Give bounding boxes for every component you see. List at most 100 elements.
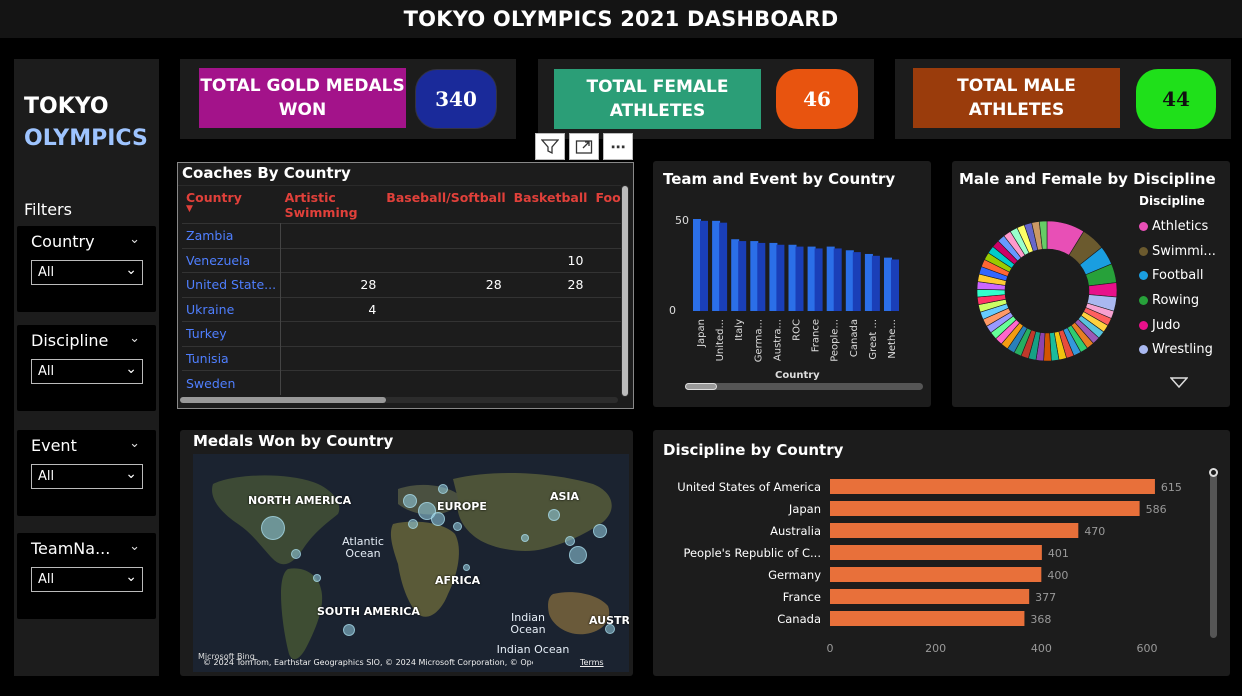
x-tick-label: 200 bbox=[925, 642, 946, 655]
medals-map[interactable]: NORTH AMERICA EUROPE ASIA AFRICA SOUTH A… bbox=[193, 454, 629, 672]
bar[interactable] bbox=[712, 220, 721, 311]
coaches-table-visual[interactable]: Coaches By Country Country ▼ Artistic Swi… bbox=[177, 162, 634, 409]
vertical-scrollbar[interactable] bbox=[1209, 468, 1218, 638]
bar[interactable] bbox=[788, 244, 797, 311]
bar[interactable] bbox=[830, 501, 1140, 516]
gender-discipline-visual[interactable]: Male and Female by Discipline Discipline… bbox=[952, 161, 1230, 407]
bar[interactable] bbox=[769, 242, 778, 311]
team-event-visual[interactable]: Team and Event by Country 50 0 Japan United… bbox=[653, 161, 931, 407]
filter-icon[interactable] bbox=[535, 133, 565, 160]
horizontal-scrollbar[interactable] bbox=[180, 397, 618, 403]
chevron-down-icon[interactable]: ⌄ bbox=[129, 331, 140, 346]
bar[interactable] bbox=[807, 246, 816, 311]
country-slicer[interactable]: Country ⌄ All ⌄ bbox=[17, 226, 156, 312]
map-bubble[interactable] bbox=[463, 564, 470, 571]
x-tick-label: Italy bbox=[734, 319, 745, 341]
bar[interactable] bbox=[833, 248, 842, 311]
map-ocean-label: Atlantic Ocean bbox=[342, 535, 384, 560]
discipline-dropdown[interactable]: All ⌄ bbox=[31, 359, 143, 384]
map-bubble[interactable] bbox=[261, 516, 285, 540]
bar[interactable] bbox=[884, 257, 892, 311]
bar[interactable] bbox=[852, 252, 861, 311]
more-options-icon[interactable]: ⋯ bbox=[603, 133, 633, 160]
map-bubble[interactable] bbox=[593, 524, 607, 538]
bar[interactable] bbox=[731, 239, 740, 311]
bar[interactable] bbox=[757, 242, 766, 311]
column-header[interactable]: Basketball bbox=[510, 187, 592, 224]
bar[interactable] bbox=[830, 545, 1042, 560]
teamname-slicer[interactable]: TeamNa... ⌄ All ⌄ bbox=[17, 533, 156, 619]
discipline-slicer[interactable]: Discipline ⌄ All ⌄ bbox=[17, 325, 156, 411]
bar[interactable] bbox=[830, 589, 1030, 604]
value-cell bbox=[510, 371, 592, 396]
table-row[interactable]: United State... 28 28 28 bbox=[182, 272, 625, 297]
event-dropdown[interactable]: All ⌄ bbox=[31, 464, 143, 489]
column-header-country[interactable]: Country ▼ bbox=[182, 187, 281, 224]
chevron-down-icon[interactable]: ⌄ bbox=[129, 232, 140, 247]
data-label: 368 bbox=[1030, 613, 1051, 626]
chevron-down-icon[interactable]: ⌄ bbox=[129, 539, 140, 554]
legend-item[interactable]: Rowing bbox=[1139, 288, 1216, 313]
bar[interactable] bbox=[693, 219, 701, 311]
table-row[interactable]: Turkey bbox=[182, 321, 625, 346]
bar[interactable] bbox=[830, 611, 1025, 626]
bar[interactable] bbox=[776, 244, 785, 311]
legend-item[interactable]: Swimmi... bbox=[1139, 239, 1216, 264]
legend-item[interactable]: Wrestling bbox=[1139, 337, 1216, 362]
horizontal-scrollbar[interactable] bbox=[685, 383, 923, 390]
bar[interactable] bbox=[795, 246, 804, 311]
focus-mode-icon[interactable] bbox=[569, 133, 599, 160]
map-bubble[interactable] bbox=[453, 522, 462, 531]
bar[interactable] bbox=[830, 567, 1042, 582]
bar[interactable] bbox=[830, 523, 1079, 538]
bar[interactable] bbox=[738, 241, 747, 311]
teamname-dropdown[interactable]: All ⌄ bbox=[31, 567, 143, 592]
map-bubble[interactable] bbox=[403, 494, 417, 508]
column-header[interactable]: Foo bbox=[591, 187, 625, 224]
table-row[interactable]: Ukraine 4 bbox=[182, 297, 625, 322]
value-cell bbox=[510, 224, 592, 249]
map-bubble[interactable] bbox=[313, 574, 321, 582]
map-bubble[interactable] bbox=[548, 509, 560, 521]
bar[interactable] bbox=[700, 220, 708, 311]
column-header[interactable]: Artistic Swimming bbox=[281, 187, 383, 224]
table-row[interactable]: Sweden bbox=[182, 370, 625, 396]
table-row[interactable]: Zambia bbox=[182, 223, 625, 249]
bar[interactable] bbox=[719, 222, 728, 311]
y-tick-label: Germany bbox=[768, 568, 821, 582]
vertical-scrollbar[interactable] bbox=[621, 185, 629, 397]
bar[interactable] bbox=[891, 259, 899, 311]
table-row[interactable]: Venezuela 10 bbox=[182, 248, 625, 273]
map-bubble[interactable] bbox=[605, 624, 615, 634]
bar[interactable] bbox=[871, 255, 880, 311]
country-dropdown[interactable]: All ⌄ bbox=[31, 260, 143, 285]
bar[interactable] bbox=[864, 253, 873, 311]
legend-item[interactable]: Judo bbox=[1139, 313, 1216, 338]
kpi-gold-label: TOTAL GOLD MEDALS WON bbox=[199, 68, 406, 128]
bar[interactable] bbox=[750, 241, 759, 311]
bar[interactable] bbox=[814, 248, 823, 311]
legend-scroll-down-icon[interactable] bbox=[1169, 374, 1189, 389]
map-bubble[interactable] bbox=[521, 534, 529, 542]
map-bubble[interactable] bbox=[408, 519, 418, 529]
table-row[interactable]: Tunisia bbox=[182, 346, 625, 371]
discipline-country-visual[interactable]: Discipline by Country United States of A… bbox=[653, 430, 1230, 676]
legend-dot-icon bbox=[1139, 345, 1148, 355]
map-bubble[interactable] bbox=[438, 484, 448, 494]
map-bubble[interactable] bbox=[565, 536, 575, 546]
map-bubble[interactable] bbox=[343, 624, 355, 636]
bar[interactable] bbox=[845, 250, 854, 311]
event-slicer[interactable]: Event ⌄ All ⌄ bbox=[17, 430, 156, 516]
map-region-label: SOUTH AMERICA bbox=[317, 605, 420, 618]
column-header[interactable]: Baseball/Softball bbox=[382, 187, 509, 224]
map-bubble[interactable] bbox=[431, 512, 445, 526]
bar[interactable] bbox=[830, 479, 1155, 494]
bar[interactable] bbox=[826, 246, 835, 311]
world-map-land bbox=[212, 472, 612, 660]
map-bubble[interactable] bbox=[291, 549, 301, 559]
chevron-down-icon[interactable]: ⌄ bbox=[129, 436, 140, 451]
legend-item[interactable]: Football bbox=[1139, 263, 1216, 288]
map-bubble[interactable] bbox=[569, 546, 587, 564]
map-terms-link[interactable]: Terms bbox=[580, 658, 604, 667]
legend-item[interactable]: Athletics bbox=[1139, 214, 1216, 239]
